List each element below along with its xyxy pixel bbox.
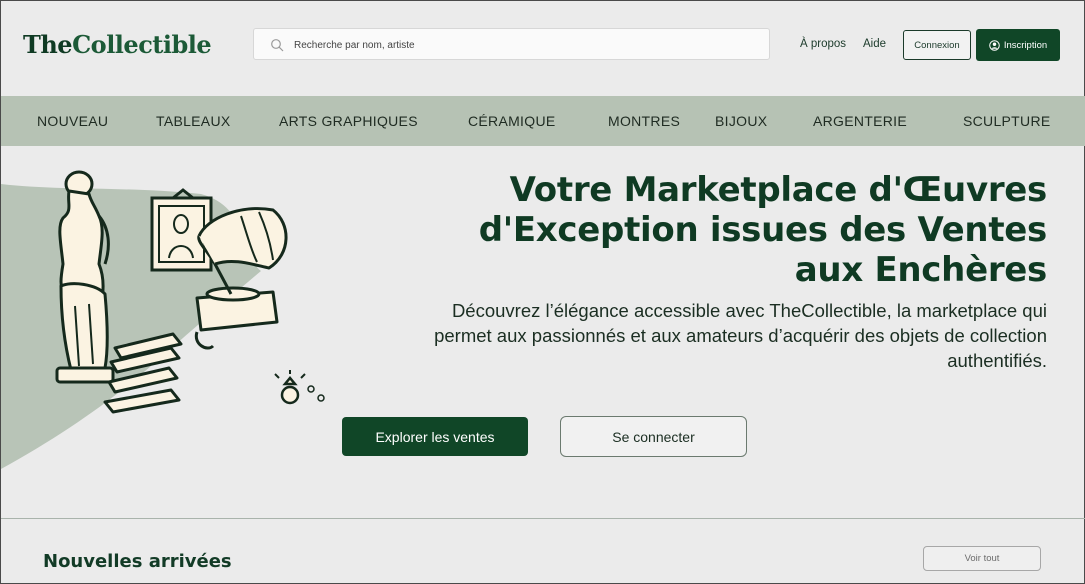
hero-section: Votre Marketplace d'Œuvres d'Exception i… [1,146,1085,518]
about-link[interactable]: À propos [800,38,846,50]
help-link[interactable]: Aide [863,38,886,50]
site-logo[interactable]: TheCollectible [23,30,212,59]
search-icon [271,39,284,52]
explore-sales-button[interactable]: Explorer les ventes [342,417,528,456]
see-all-label: Voir tout [964,553,1000,564]
site-header: TheCollectible À propos Aide Connexion I… [1,1,1085,96]
nav-item-sculpture[interactable]: SCULPTURE [963,113,1051,129]
signup-button[interactable]: Inscription [976,29,1060,61]
login-button-label: Connexion [914,39,960,51]
search-bar[interactable] [253,28,770,60]
nav-item-nouveau[interactable]: NOUVEAU [37,113,108,129]
login-button[interactable]: Connexion [903,30,971,60]
user-circle-icon [989,39,1000,51]
see-all-button[interactable]: Voir tout [923,546,1041,571]
signup-button-label: Inscription [1003,39,1048,51]
nav-item-argenterie[interactable]: ARGENTERIE [813,113,907,129]
explore-sales-label: Explorer les ventes [375,428,495,445]
nav-item-ceramique[interactable]: CÉRAMIQUE [468,113,556,129]
category-nav: NOUVEAU TABLEAUX ARTS GRAPHIQUES CÉRAMIQ… [1,96,1085,146]
section-divider [1,518,1085,519]
hero-illustration [1,170,325,469]
hero-title: Votre Marketplace d'Œuvres d'Exception i… [478,170,1048,290]
connect-button-label: Se connecter [612,428,695,445]
nav-item-montres[interactable]: MONTRES [608,113,680,129]
connect-button[interactable]: Se connecter [560,416,747,457]
logo-part-the: The [23,30,73,59]
logo-part-collectible: Collectible [72,30,212,59]
search-input[interactable] [294,35,754,55]
nav-item-arts-graphiques[interactable]: ARTS GRAPHIQUES [279,113,418,129]
ring-icon [274,370,325,405]
nav-item-bijoux[interactable]: BIJOUX [715,113,767,129]
hero-subtitle: Découvrez l’élégance accessible avec The… [434,300,1047,371]
new-arrivals-title: Nouvelles arrivées [43,551,232,572]
nav-item-tableaux[interactable]: TABLEAUX [156,113,231,129]
